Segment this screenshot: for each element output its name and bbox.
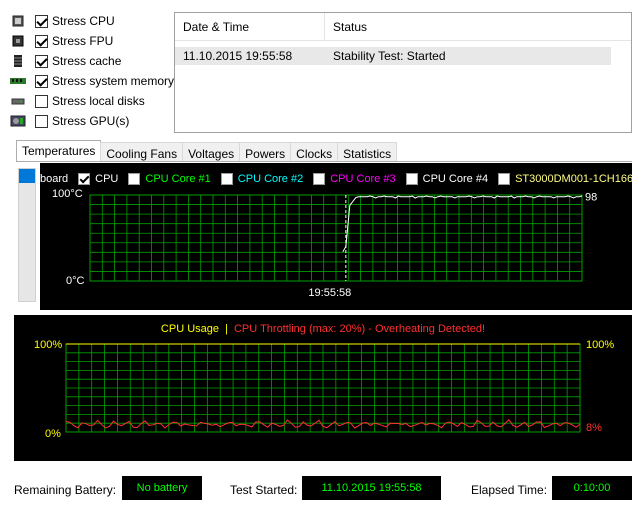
checkbox-stress-cpu[interactable] [35,14,48,28]
stress-options: Stress CPU Stress FPU Stress cache Stres… [10,11,174,131]
current-value-label: 98 [585,192,597,204]
option-stress-cpu[interactable]: Stress CPU [10,11,170,31]
throttle-right-label: 8% [586,422,602,434]
option-label: Stress FPU [52,34,114,48]
time-label: 19:55:58 [308,287,351,299]
test-started-value: 11.10.2015 19:55:58 [302,476,441,500]
cpu-icon [10,14,26,28]
checkbox-stress-disks[interactable] [35,94,48,108]
option-label: Stress GPU(s) [52,114,130,128]
usage-right-top-label: 100% [586,339,614,351]
option-label: Stress CPU [52,14,115,28]
log-cell-status: Stability Test: Started [333,49,446,63]
checkbox-stress-fpu[interactable] [35,34,48,48]
column-header-status[interactable]: Status [325,13,375,40]
gpu-icon [10,114,26,128]
usage-left-top-label: 100% [34,339,62,351]
status-log-table[interactable]: Date & Time Status 11.10.2015 19:55:58 S… [174,12,632,133]
elapsed-time-label: Elapsed Time: [471,483,548,497]
usage-left-bottom-label: 0% [45,428,61,440]
tab-clocks[interactable]: Clocks [290,142,339,162]
chart-tabs: Temperatures Cooling Fans Voltages Power… [16,140,398,162]
log-header: Date & Time Status [175,13,631,41]
log-cell-datetime: 11.10.2015 19:55:58 [183,49,293,63]
tab-voltages[interactable]: Voltages [182,142,241,162]
cache-icon [10,54,26,68]
option-label: Stress system memory [52,74,175,88]
legend-scrollbar[interactable] [18,168,36,302]
option-label: Stress local disks [52,94,145,108]
checkbox-stress-cache[interactable] [35,54,48,68]
option-stress-memory[interactable]: Stress system memory [10,71,174,91]
elapsed-time-value: 0:10:00 [552,476,632,500]
temperature-plot: 19:55:58 98 [89,192,597,299]
option-label: Stress cache [52,54,122,68]
scrollbar-thumb[interactable] [19,169,35,183]
tab-statistics[interactable]: Statistics [337,142,398,162]
checkbox-stress-gpu[interactable] [35,114,48,128]
battery-label: Remaining Battery: [14,483,117,497]
tab-cooling-fans[interactable]: Cooling Fans [100,142,184,162]
disk-icon [10,94,26,108]
usage-plot: 100% 0% 100% 8% [34,339,614,440]
status-bar: Remaining Battery: No battery Test Start… [0,476,642,502]
table-row[interactable]: 11.10.2015 19:55:58 Stability Test: Star… [175,47,611,65]
battery-value: No battery [122,476,202,500]
fpu-icon [10,34,26,48]
column-header-datetime[interactable]: Date & Time [175,13,325,40]
tab-temperatures[interactable]: Temperatures [16,140,102,162]
temperature-chart: board CPU CPU Core #1 CPU Core #2 CPU Co… [40,163,632,310]
cpu-usage-chart: CPU Usage | CPU Throttling (max: 20%) - … [14,315,632,461]
test-started-label: Test Started: [230,483,298,497]
tab-powers[interactable]: Powers [239,142,292,162]
memory-icon [10,74,26,88]
option-stress-fpu[interactable]: Stress FPU [10,31,170,51]
option-stress-cache[interactable]: Stress cache [10,51,170,71]
option-stress-gpu[interactable]: Stress GPU(s) [10,111,170,131]
checkbox-stress-memory[interactable] [35,74,48,88]
option-stress-disks[interactable]: Stress local disks [10,91,170,111]
